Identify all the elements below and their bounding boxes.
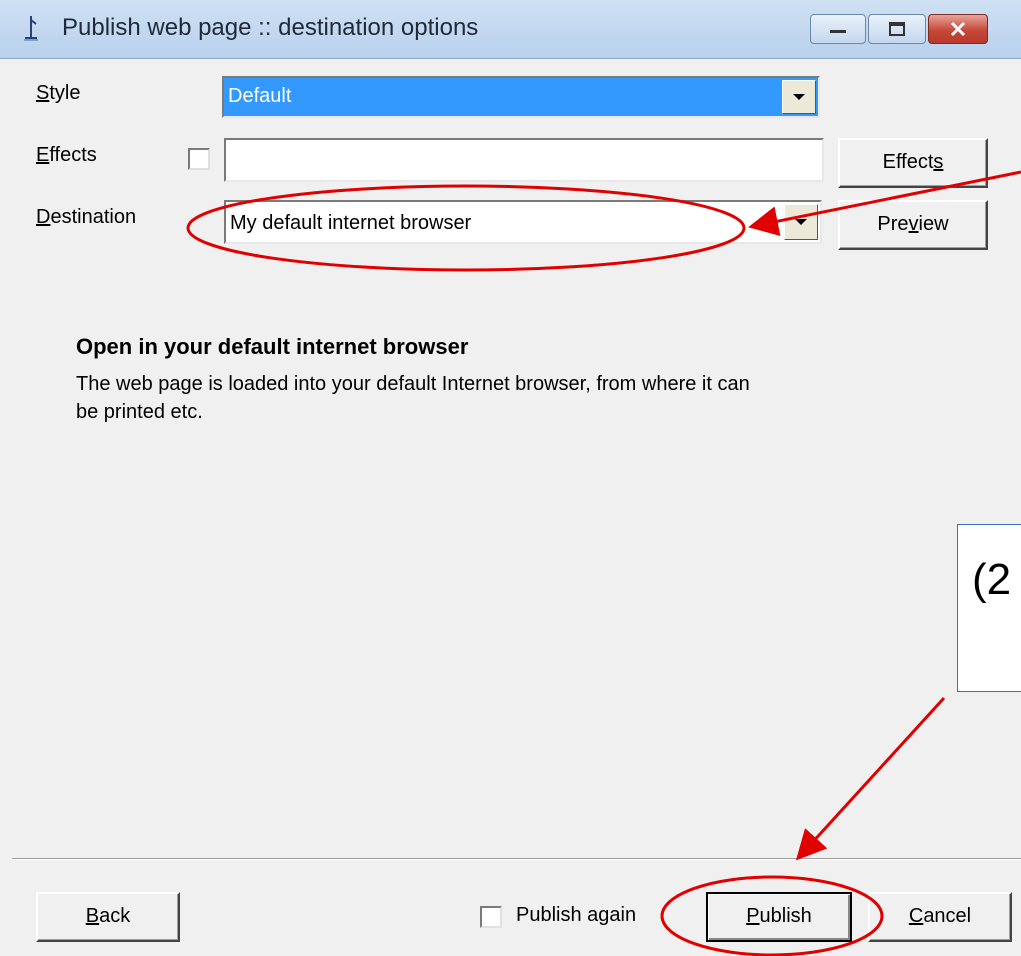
destination-label: Destination bbox=[36, 206, 137, 228]
effects-label: Effects bbox=[36, 144, 97, 166]
style-select[interactable]: Default bbox=[222, 76, 820, 118]
effects-input[interactable] bbox=[224, 138, 824, 182]
close-icon bbox=[950, 21, 966, 37]
title-bar: Publish web page :: destination options bbox=[0, 0, 1021, 59]
maximize-icon bbox=[889, 22, 905, 36]
destination-select[interactable]: My default internet browser bbox=[224, 200, 822, 244]
publish-arrow bbox=[795, 696, 946, 861]
publish-button[interactable]: Publish bbox=[706, 892, 852, 942]
destination-dropdown-button[interactable] bbox=[784, 204, 818, 240]
chevron-down-icon bbox=[795, 219, 807, 225]
maximize-button[interactable] bbox=[868, 14, 926, 44]
minimize-icon bbox=[830, 30, 846, 33]
style-select-value: Default bbox=[228, 85, 292, 107]
app-icon bbox=[24, 16, 38, 41]
minimize-button[interactable] bbox=[810, 14, 866, 44]
effects-button[interactable]: Effects bbox=[838, 138, 988, 188]
publish-again-label: Publish again bbox=[516, 904, 637, 926]
destination-heading: Open in your default internet browser bbox=[76, 334, 469, 359]
style-label: Style bbox=[36, 82, 81, 104]
publish-again-checkbox[interactable] bbox=[480, 906, 502, 928]
preview-button[interactable]: Preview bbox=[838, 200, 988, 250]
style-dropdown-button[interactable] bbox=[782, 80, 816, 114]
callout-text: (2 bbox=[972, 555, 1012, 604]
back-button[interactable]: Back bbox=[36, 892, 180, 942]
destination-description: The web page is loaded into your default… bbox=[76, 373, 750, 423]
close-button[interactable] bbox=[928, 14, 988, 44]
cancel-button[interactable]: Cancel bbox=[868, 892, 1012, 942]
destination-select-value: My default internet browser bbox=[230, 212, 472, 234]
window-title: Publish web page :: destination options bbox=[62, 14, 479, 41]
effects-checkbox[interactable] bbox=[188, 148, 210, 170]
chevron-down-icon bbox=[793, 94, 805, 100]
callout-box: (2 bbox=[957, 524, 1021, 692]
footer-divider bbox=[12, 858, 1021, 860]
